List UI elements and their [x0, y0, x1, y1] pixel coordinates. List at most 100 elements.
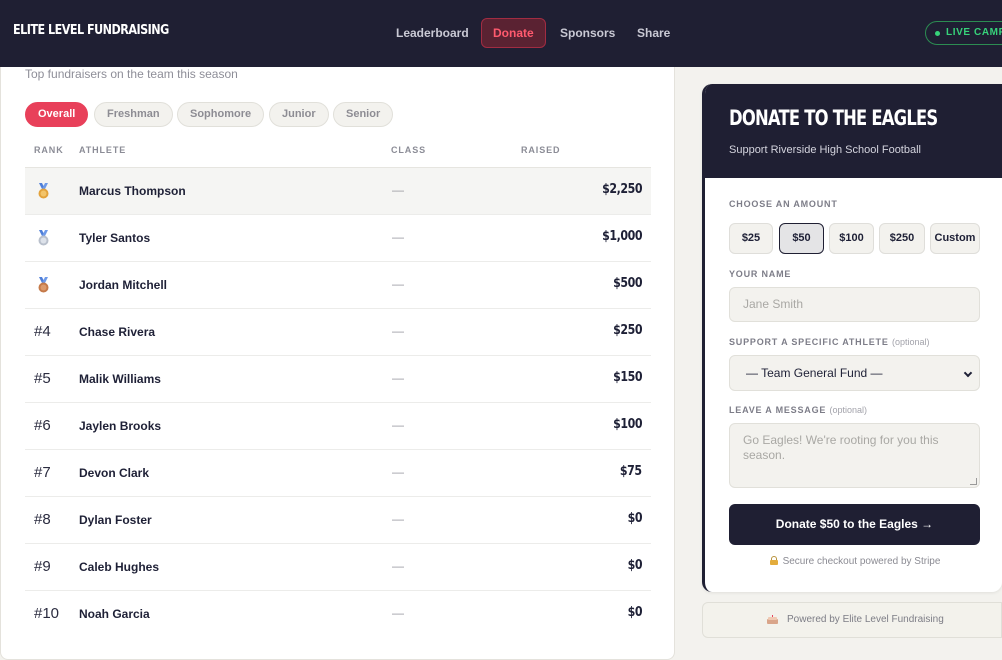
rank-number: #10: [34, 605, 60, 622]
name-label: YOUR NAME: [729, 269, 792, 279]
table-row[interactable]: #8 Dylan Foster — $0: [25, 497, 651, 544]
filter-sophomore[interactable]: Sophomore: [177, 102, 265, 127]
table-row[interactable]: #6 Jaylen Brooks — $100: [25, 403, 651, 450]
filter-overall[interactable]: Overall: [25, 102, 89, 127]
table-row[interactable]: Marcus Thompson — $2,250: [25, 168, 651, 215]
silver-medal-icon: [38, 230, 49, 246]
filter-freshman[interactable]: Freshman: [94, 102, 173, 127]
optional-tag: (optional): [891, 337, 930, 347]
secure-checkout-note: Secure checkout powered by Stripe: [705, 556, 1002, 567]
amount-raised: $2,250: [601, 182, 643, 197]
message-label: LEAVE A MESSAGE (optional): [729, 405, 867, 415]
chevron-down-icon: [963, 368, 973, 378]
column-header-rank[interactable]: RANK: [34, 145, 64, 155]
amount-50-button[interactable]: $50: [779, 223, 824, 254]
amount-raised: $0: [627, 511, 642, 526]
column-header-raised[interactable]: RAISED: [521, 145, 560, 155]
amount-raised: $75: [620, 464, 642, 479]
table-row[interactable]: Tyler Santos — $1,000: [25, 215, 651, 262]
donate-subtitle: Support Riverside High School Football: [729, 144, 921, 156]
athlete-name[interactable]: Noah Garcia: [79, 607, 150, 621]
rank-number: #8: [34, 511, 51, 528]
athlete-class: —: [392, 230, 404, 244]
brand-logo[interactable]: ELITE LEVEL FUNDRAISING: [13, 23, 169, 38]
athlete-class: —: [392, 465, 404, 479]
lock-icon: [769, 556, 778, 565]
leaderboard-card: Top fundraisers on the team this season …: [0, 67, 675, 660]
message-label-text: LEAVE A MESSAGE: [729, 405, 827, 415]
athlete-name[interactable]: Marcus Thompson: [79, 184, 186, 198]
nav-donate[interactable]: Donate: [481, 18, 546, 48]
athlete-class: —: [392, 418, 404, 432]
athlete-select-label: SUPPORT A SPECIFIC ATHLETE (optional): [729, 337, 929, 347]
table-row[interactable]: #9 Caleb Hughes — $0: [25, 544, 651, 591]
athlete-name[interactable]: Caleb Hughes: [79, 560, 159, 574]
amount-raised: $500: [612, 276, 642, 291]
amount-label: CHOOSE AN AMOUNT: [729, 199, 838, 209]
amount-100-button[interactable]: $100: [829, 223, 874, 254]
live-campaign-label: LIVE CAMPAIGN: [946, 27, 1002, 38]
athlete-class: —: [392, 324, 404, 338]
athlete-class: —: [392, 606, 404, 620]
name-input[interactable]: Jane Smith: [729, 287, 980, 322]
filter-junior[interactable]: Junior: [269, 102, 329, 127]
athlete-class: —: [392, 277, 404, 291]
athlete-select[interactable]: — Team General Fund —: [729, 355, 980, 391]
athlete-name[interactable]: Malik Williams: [79, 372, 161, 386]
message-textarea[interactable]: Go Eagles! We're rooting for you this se…: [729, 423, 980, 488]
nav-sponsors[interactable]: Sponsors: [560, 18, 615, 48]
message-placeholder: Go Eagles! We're rooting for you this se…: [743, 433, 939, 462]
nav-share[interactable]: Share: [637, 18, 670, 48]
athlete-select-label-text: SUPPORT A SPECIFIC ATHLETE: [729, 337, 889, 347]
table-row[interactable]: #7 Devon Clark — $75: [25, 450, 651, 497]
column-header-class[interactable]: CLASS: [391, 145, 426, 155]
rank-number: #7: [34, 464, 51, 481]
leaderboard-subtitle: Top fundraisers on the team this season: [25, 67, 238, 81]
live-campaign-badge: LIVE CAMPAIGN: [925, 21, 1002, 45]
top-navigation-bar: ELITE LEVEL FUNDRAISING Leaderboard Dona…: [0, 0, 1002, 67]
rank-number: #6: [34, 417, 51, 434]
gold-medal-icon: [38, 183, 49, 199]
athlete-class: —: [392, 371, 404, 385]
amount-raised: $250: [612, 323, 642, 338]
powered-by-text: Powered by Elite Level Fundraising: [787, 614, 944, 625]
powered-by-footer: Powered by Elite Level Fundraising: [702, 602, 1002, 638]
amount-250-button[interactable]: $250: [879, 223, 925, 254]
table-row[interactable]: #4 Chase Rivera — $250: [25, 309, 651, 356]
amount-25-button[interactable]: $25: [729, 223, 773, 254]
nav-leaderboard[interactable]: Leaderboard: [396, 18, 469, 48]
athlete-select-value: — Team General Fund —: [746, 366, 883, 380]
athlete-name[interactable]: Dylan Foster: [79, 513, 152, 527]
donate-title: DONATE TO THE EAGLES: [729, 106, 938, 130]
amount-raised: $150: [612, 370, 642, 385]
amount-custom-button[interactable]: Custom: [930, 223, 980, 254]
cake-icon: [767, 615, 778, 624]
donate-submit-button[interactable]: Donate $50 to the Eagles →: [729, 504, 980, 545]
athlete-name[interactable]: Devon Clark: [79, 466, 149, 480]
rank-number: #9: [34, 558, 51, 575]
column-header-athlete[interactable]: ATHLETE: [79, 145, 126, 155]
athlete-class: —: [392, 559, 404, 573]
rank-number: #5: [34, 370, 51, 387]
table-row[interactable]: #10 Noah Garcia — $0: [25, 591, 651, 638]
athlete-class: —: [392, 183, 404, 197]
amount-raised: $1,000: [601, 229, 643, 244]
amount-raised: $0: [627, 558, 642, 573]
athlete-name[interactable]: Jaylen Brooks: [79, 419, 161, 433]
optional-tag: (optional): [829, 405, 868, 415]
donate-panel: DONATE TO THE EAGLES Support Riverside H…: [702, 84, 1002, 592]
donate-panel-header: DONATE TO THE EAGLES Support Riverside H…: [705, 84, 1002, 178]
athlete-name[interactable]: Chase Rivera: [79, 325, 155, 339]
resize-handle-icon[interactable]: [970, 478, 977, 485]
live-dot-icon: [935, 31, 940, 36]
athlete-name[interactable]: Tyler Santos: [79, 231, 150, 245]
filter-senior[interactable]: Senior: [333, 102, 394, 127]
table-row[interactable]: #5 Malik Williams — $150: [25, 356, 651, 403]
rank-number: #4: [34, 323, 51, 340]
amount-raised: $0: [627, 605, 642, 620]
table-row[interactable]: Jordan Mitchell — $500: [25, 262, 651, 309]
amount-raised: $100: [612, 417, 642, 432]
bronze-medal-icon: [38, 277, 49, 293]
athlete-name[interactable]: Jordan Mitchell: [79, 278, 167, 292]
secure-checkout-text: Secure checkout powered by Stripe: [782, 556, 941, 567]
